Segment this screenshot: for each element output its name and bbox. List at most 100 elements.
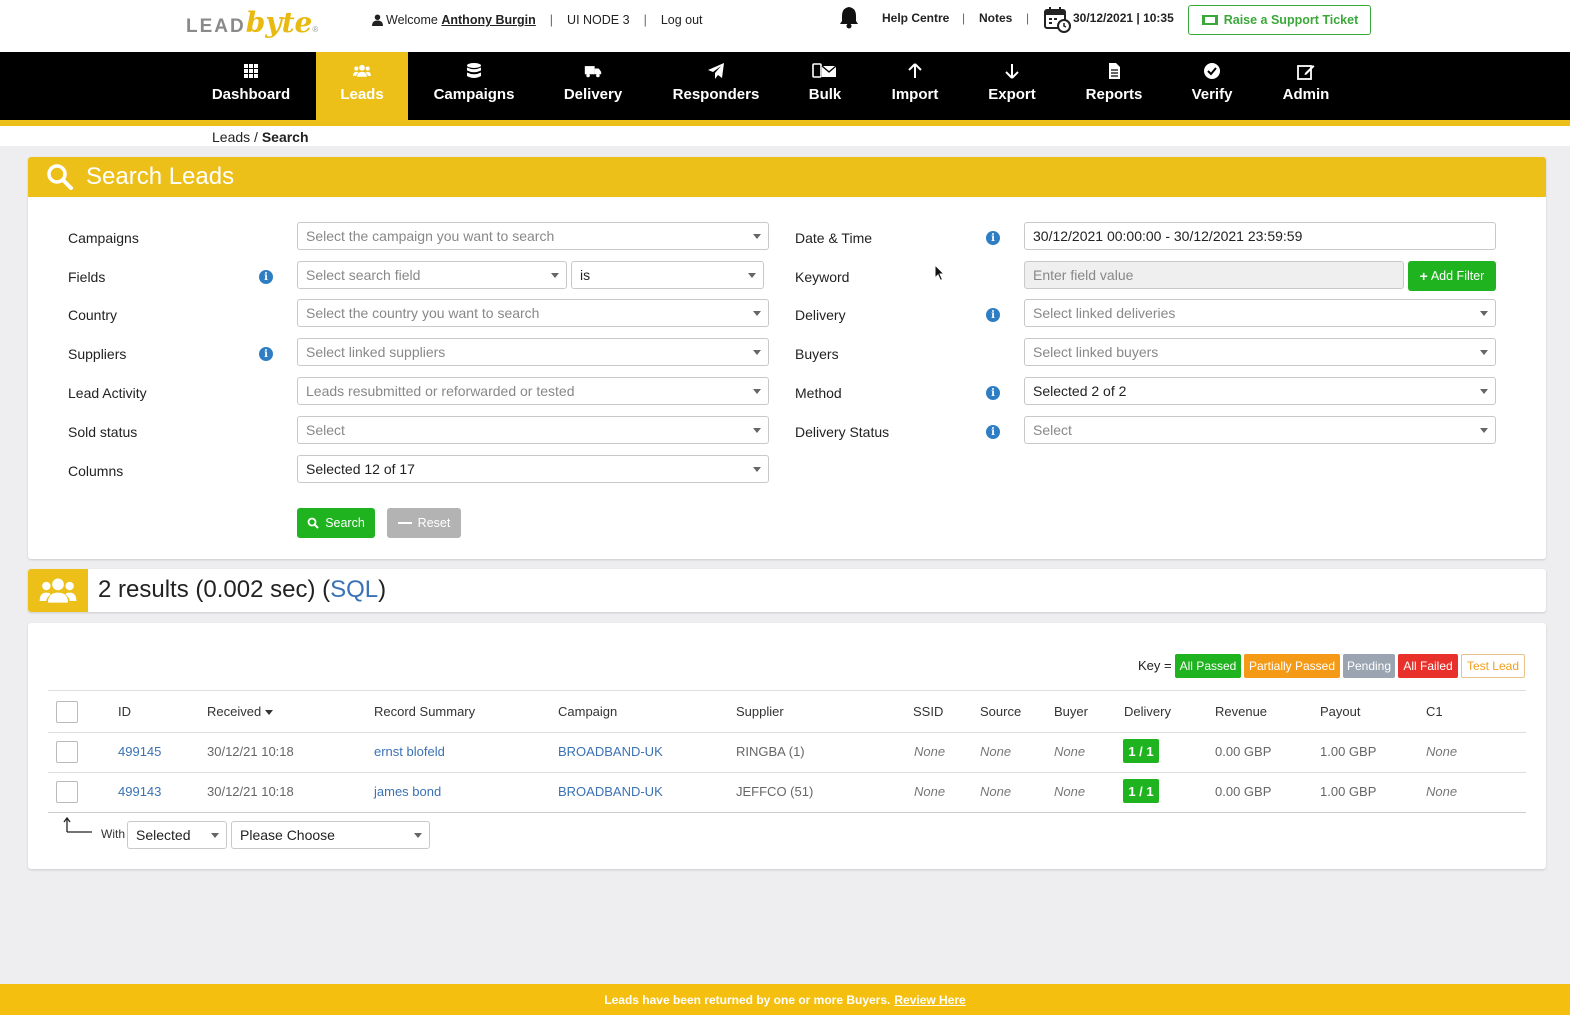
results-count: 2 results (0.002 sec) (SQL) xyxy=(98,576,387,603)
col-summary[interactable]: Record Summary xyxy=(374,704,475,719)
date-range-input[interactable]: 30/12/2021 00:00:00 - 30/12/2021 23:59:5… xyxy=(1024,222,1496,250)
label-columns: Columns xyxy=(68,463,124,479)
row-checkbox[interactable] xyxy=(56,781,78,803)
reset-button[interactable]: Reset xyxy=(387,508,461,538)
nav-campaigns[interactable]: Campaigns xyxy=(420,52,528,120)
info-icon[interactable]: i xyxy=(986,231,1000,245)
divider xyxy=(48,690,1526,691)
search-field-select[interactable]: Select search field xyxy=(297,261,567,289)
info-icon[interactable]: i xyxy=(986,386,1000,400)
row-received: 30/12/21 10:18 xyxy=(207,784,294,799)
chevron-down-icon xyxy=(1480,311,1488,316)
row-campaign-link[interactable]: BROADBAND-UK xyxy=(558,744,663,759)
nav-bulk[interactable]: Bulk xyxy=(794,52,856,120)
buyers-select[interactable]: Select linked buyers xyxy=(1024,338,1496,366)
col-source[interactable]: Source xyxy=(980,704,1021,719)
row-id-link[interactable]: 499145 xyxy=(118,744,161,759)
lead-activity-select[interactable]: Leads resubmitted or reforwarded or test… xyxy=(297,377,769,405)
info-icon[interactable]: i xyxy=(259,347,273,361)
col-supplier[interactable]: Supplier xyxy=(736,704,784,719)
nav-dashboard[interactable]: Dashboard xyxy=(196,52,306,120)
col-id[interactable]: ID xyxy=(118,704,131,719)
label-suppliers: Suppliers xyxy=(68,346,127,362)
nav-reports[interactable]: Reports xyxy=(1076,52,1152,120)
col-revenue[interactable]: Revenue xyxy=(1215,704,1267,719)
campaign-select[interactable]: Select the campaign you want to search xyxy=(297,222,769,250)
sql-link[interactable]: SQL xyxy=(330,576,378,603)
col-buyer[interactable]: Buyer xyxy=(1054,704,1088,719)
sold-status-select[interactable]: Select xyxy=(297,416,769,444)
info-icon[interactable]: i xyxy=(259,270,273,284)
row-summary-link[interactable]: james bond xyxy=(374,784,441,799)
document-icon xyxy=(1109,63,1120,79)
search-button[interactable]: Search xyxy=(297,508,375,538)
with-selected-select[interactable]: Selected xyxy=(127,821,227,849)
select-all-checkbox[interactable] xyxy=(56,701,78,723)
breadcrumb-current: Search xyxy=(261,129,309,145)
chevron-down-icon xyxy=(753,311,761,316)
delivery-select[interactable]: Select linked deliveries xyxy=(1024,299,1496,327)
row-checkbox[interactable] xyxy=(56,741,78,763)
operator-select[interactable]: is xyxy=(571,261,764,289)
keyword-input[interactable]: Enter field value xyxy=(1024,261,1404,289)
col-delivery[interactable]: Delivery xyxy=(1124,704,1171,719)
search-panel-title: Search Leads xyxy=(86,163,235,190)
row-id-link[interactable]: 499143 xyxy=(118,784,161,799)
suppliers-select[interactable]: Select linked suppliers xyxy=(297,338,769,366)
bulk-envelope-icon xyxy=(812,63,837,78)
arrow-down-icon xyxy=(1005,64,1019,79)
col-campaign[interactable]: Campaign xyxy=(558,704,617,719)
row-c1: None xyxy=(1426,744,1458,759)
welcome-label: Welcome xyxy=(386,13,438,27)
info-icon[interactable]: i xyxy=(986,425,1000,439)
nav-delivery[interactable]: Delivery xyxy=(548,52,638,120)
user-name-link[interactable]: Anthony Burgin xyxy=(441,13,535,27)
nav-export[interactable]: Export xyxy=(978,52,1046,120)
divider: | xyxy=(962,11,966,25)
nav-admin[interactable]: Admin xyxy=(1272,52,1340,120)
col-ssid[interactable]: SSID xyxy=(913,704,943,719)
col-c1[interactable]: C1 xyxy=(1426,704,1443,719)
logout-link[interactable]: Log out xyxy=(661,13,703,27)
row-summary-link[interactable]: ernst blofeld xyxy=(374,744,445,759)
row-ssid: None xyxy=(914,744,946,759)
add-filter-button[interactable]: + Add Filter xyxy=(1408,261,1496,291)
row-supplier: JEFFCO (51) xyxy=(736,784,814,799)
breadcrumb-leads[interactable]: Leads xyxy=(212,129,250,145)
country-select[interactable]: Select the country you want to search xyxy=(297,299,769,327)
mouse-cursor-icon xyxy=(934,264,946,282)
row-delivery-badge[interactable]: 1 / 1 xyxy=(1123,739,1159,763)
edit-icon xyxy=(1297,65,1315,80)
key-all-passed: All Passed xyxy=(1175,654,1241,678)
leadbyte-logo[interactable]: LEAD byte ® xyxy=(186,6,318,39)
divider: | xyxy=(1026,11,1030,25)
method-select[interactable]: Selected 2 of 2 xyxy=(1024,377,1496,405)
welcome-area: Welcome Anthony Burgin | UI NODE 3 | Log… xyxy=(372,13,703,27)
chevron-down-icon xyxy=(1480,350,1488,355)
review-here-link[interactable]: Review Here xyxy=(894,993,965,1007)
col-received[interactable]: Received xyxy=(207,704,273,719)
nav-import[interactable]: Import xyxy=(880,52,950,120)
chevron-down-icon xyxy=(1480,389,1488,394)
row-campaign-link[interactable]: BROADBAND-UK xyxy=(558,784,663,799)
bulk-action-select[interactable]: Please Choose xyxy=(231,821,430,849)
plus-icon: + xyxy=(1419,268,1428,284)
col-payout[interactable]: Payout xyxy=(1320,704,1360,719)
raise-support-ticket-button[interactable]: Raise a Support Ticket xyxy=(1188,5,1371,35)
notes-link[interactable]: Notes xyxy=(979,11,1012,25)
key-label: Key = xyxy=(1138,658,1172,673)
delivery-status-select[interactable]: Select xyxy=(1024,416,1496,444)
nav-leads[interactable]: Leads xyxy=(316,52,408,120)
row-buyer: None xyxy=(1054,744,1086,759)
row-delivery-badge[interactable]: 1 / 1 xyxy=(1123,779,1159,803)
user-icon xyxy=(372,14,383,26)
chevron-down-icon xyxy=(748,273,756,278)
label-sold-status: Sold status xyxy=(68,424,138,440)
bell-icon[interactable] xyxy=(838,5,860,29)
nav-responders[interactable]: Responders xyxy=(660,52,772,120)
columns-select[interactable]: Selected 12 of 17 xyxy=(297,455,769,483)
paper-plane-icon xyxy=(708,63,724,79)
info-icon[interactable]: i xyxy=(986,308,1000,322)
nav-verify[interactable]: Verify xyxy=(1180,52,1244,120)
help-centre-link[interactable]: Help Centre xyxy=(882,11,949,25)
